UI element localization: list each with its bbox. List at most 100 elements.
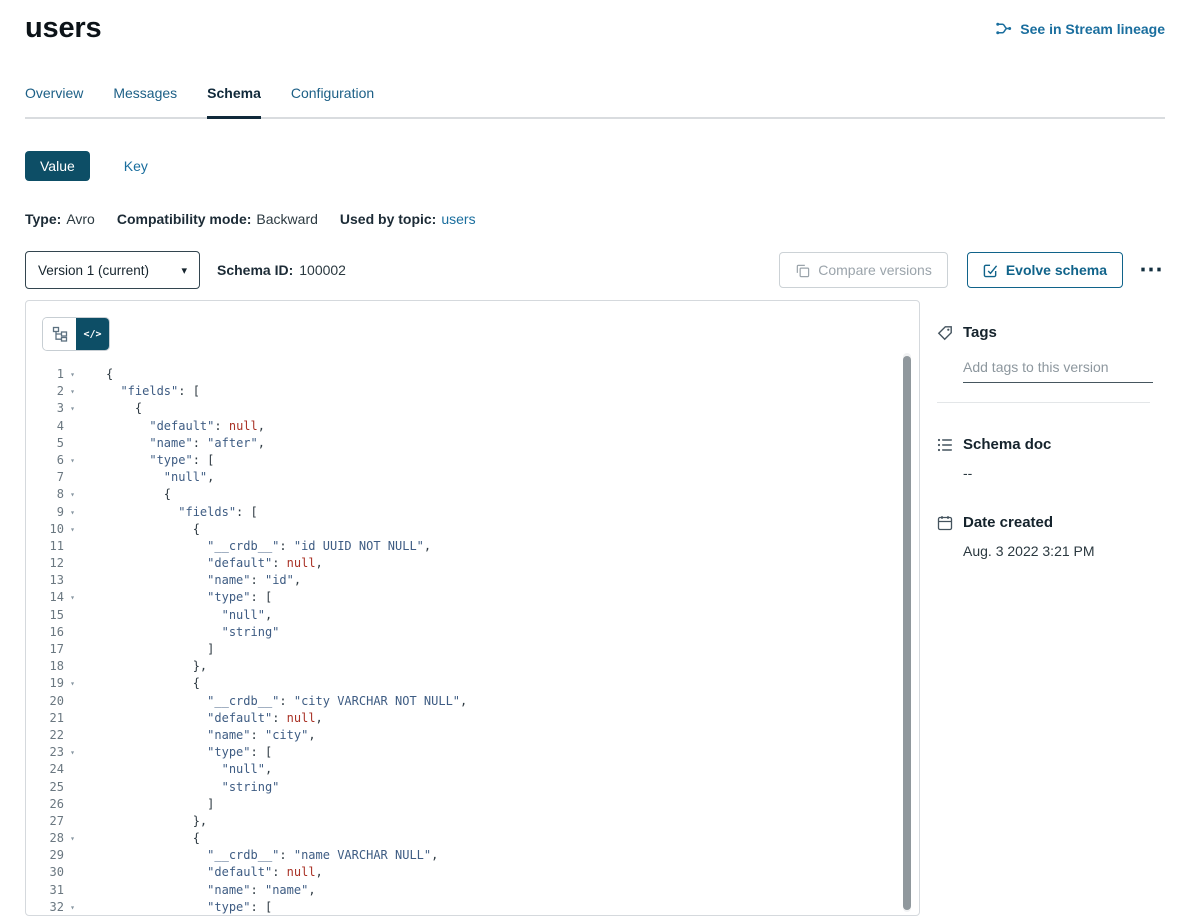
- code-line: 17 ]: [26, 641, 919, 658]
- code-text: ]: [81, 641, 214, 658]
- code-line: 15 "null",: [26, 607, 919, 624]
- compare-versions-button[interactable]: Compare versions: [779, 252, 948, 288]
- line-number: 9: [26, 504, 64, 521]
- code-line: 16 "string": [26, 624, 919, 641]
- line-number: 19: [26, 675, 64, 692]
- fold-toggle-icon[interactable]: ▾: [64, 504, 81, 521]
- code-text: {: [81, 521, 200, 538]
- topic-label: Used by topic:: [340, 211, 436, 227]
- version-select[interactable]: Version 1 (current) ▾: [25, 251, 200, 289]
- code-line: 19▾ {: [26, 675, 919, 692]
- tab-messages[interactable]: Messages: [113, 85, 177, 117]
- code-text: "fields": [: [81, 504, 258, 521]
- code-text: {: [81, 486, 171, 503]
- tree-view-button[interactable]: [43, 318, 76, 350]
- fold-spacer: [64, 882, 81, 899]
- line-number: 13: [26, 572, 64, 589]
- line-number: 22: [26, 727, 64, 744]
- code-line: 9▾ "fields": [: [26, 504, 919, 521]
- fold-spacer: [64, 761, 81, 778]
- scrollbar-track[interactable]: [903, 353, 911, 912]
- scrollbar-thumb[interactable]: [903, 356, 911, 910]
- code-line: 29 "__crdb__": "name VARCHAR NULL",: [26, 847, 919, 864]
- code-line: 10▾ {: [26, 521, 919, 538]
- fold-toggle-icon[interactable]: ▾: [64, 589, 81, 606]
- tab-overview[interactable]: Overview: [25, 85, 83, 117]
- evolve-schema-button[interactable]: Evolve schema: [967, 252, 1123, 288]
- line-number: 29: [26, 847, 64, 864]
- tab-bar: Overview Messages Schema Configuration: [25, 85, 1165, 119]
- code-text: "name": "after",: [81, 435, 265, 452]
- value-key-toggle: Value Key: [25, 151, 1165, 181]
- topic-link[interactable]: users: [441, 211, 475, 227]
- fold-toggle-icon[interactable]: ▾: [64, 383, 81, 400]
- add-tags-input[interactable]: [963, 357, 1153, 383]
- fold-toggle-icon[interactable]: ▾: [64, 744, 81, 761]
- code-text: {: [81, 675, 200, 692]
- line-number: 15: [26, 607, 64, 624]
- code-text: "default": null,: [81, 555, 323, 572]
- fold-toggle-icon[interactable]: ▾: [64, 400, 81, 417]
- code-text: "type": [: [81, 589, 272, 606]
- code-line: 13 "name": "id",: [26, 572, 919, 589]
- tree-view-icon: [52, 326, 68, 342]
- fold-spacer: [64, 418, 81, 435]
- value-toggle-button[interactable]: Value: [25, 151, 90, 181]
- fold-toggle-icon[interactable]: ▾: [64, 366, 81, 383]
- code-line: 32▾ "type": [: [26, 899, 919, 916]
- date-created-section: Date created Aug. 3 2022 3:21 PM: [937, 514, 1165, 559]
- code-viewer: 1▾{2▾ "fields": [3▾ {4 "default": null,5…: [26, 360, 919, 916]
- code-text: ]: [81, 796, 214, 813]
- editor-toolbar: </>: [26, 301, 919, 360]
- line-number: 24: [26, 761, 64, 778]
- code-line: 30 "default": null,: [26, 864, 919, 881]
- code-text: },: [81, 658, 207, 675]
- line-number: 1: [26, 366, 64, 383]
- fold-spacer: [64, 658, 81, 675]
- fold-toggle-icon[interactable]: ▾: [64, 675, 81, 692]
- calendar-icon: [937, 515, 953, 531]
- compare-icon: [795, 263, 810, 278]
- line-number: 25: [26, 779, 64, 796]
- code-line: 26 ]: [26, 796, 919, 813]
- code-text: "default": null,: [81, 864, 323, 881]
- fold-spacer: [64, 864, 81, 881]
- code-view-button[interactable]: </>: [76, 318, 109, 350]
- meta-topic: Used by topic: users: [340, 211, 476, 227]
- code-text: "null",: [81, 761, 272, 778]
- fold-toggle-icon[interactable]: ▾: [64, 452, 81, 469]
- stream-lineage-link[interactable]: See in Stream lineage: [995, 20, 1165, 37]
- line-number: 23: [26, 744, 64, 761]
- view-mode-group: </>: [43, 318, 109, 350]
- fold-toggle-icon[interactable]: ▾: [64, 830, 81, 847]
- fold-toggle-icon[interactable]: ▾: [64, 899, 81, 916]
- toolbar-buttons: Compare versions Evolve schema ⋯: [779, 252, 1165, 288]
- meta-type: Type: Avro: [25, 211, 95, 227]
- fold-toggle-icon[interactable]: ▾: [64, 521, 81, 538]
- fold-spacer: [64, 469, 81, 486]
- fold-spacer: [64, 796, 81, 813]
- code-line: 23▾ "type": [: [26, 744, 919, 761]
- line-number: 10: [26, 521, 64, 538]
- overflow-menu-button[interactable]: ⋯: [1137, 261, 1165, 279]
- key-toggle-button[interactable]: Key: [118, 157, 154, 175]
- fold-spacer: [64, 624, 81, 641]
- compatibility-value: Backward: [256, 211, 317, 227]
- code-text: "type": [: [81, 452, 214, 469]
- line-number: 12: [26, 555, 64, 572]
- line-number: 3: [26, 400, 64, 417]
- fold-spacer: [64, 607, 81, 624]
- code-line: 7 "null",: [26, 469, 919, 486]
- code-line: 27 },: [26, 813, 919, 830]
- line-number: 6: [26, 452, 64, 469]
- line-number: 11: [26, 538, 64, 555]
- code-line: 12 "default": null,: [26, 555, 919, 572]
- tab-schema[interactable]: Schema: [207, 85, 261, 117]
- fold-spacer: [64, 572, 81, 589]
- tab-configuration[interactable]: Configuration: [291, 85, 374, 117]
- schema-id-value: 100002: [299, 262, 346, 278]
- fold-spacer: [64, 538, 81, 555]
- fold-toggle-icon[interactable]: ▾: [64, 486, 81, 503]
- schema-doc-section: Schema doc --: [937, 436, 1165, 481]
- code-line: 20 "__crdb__": "city VARCHAR NOT NULL",: [26, 693, 919, 710]
